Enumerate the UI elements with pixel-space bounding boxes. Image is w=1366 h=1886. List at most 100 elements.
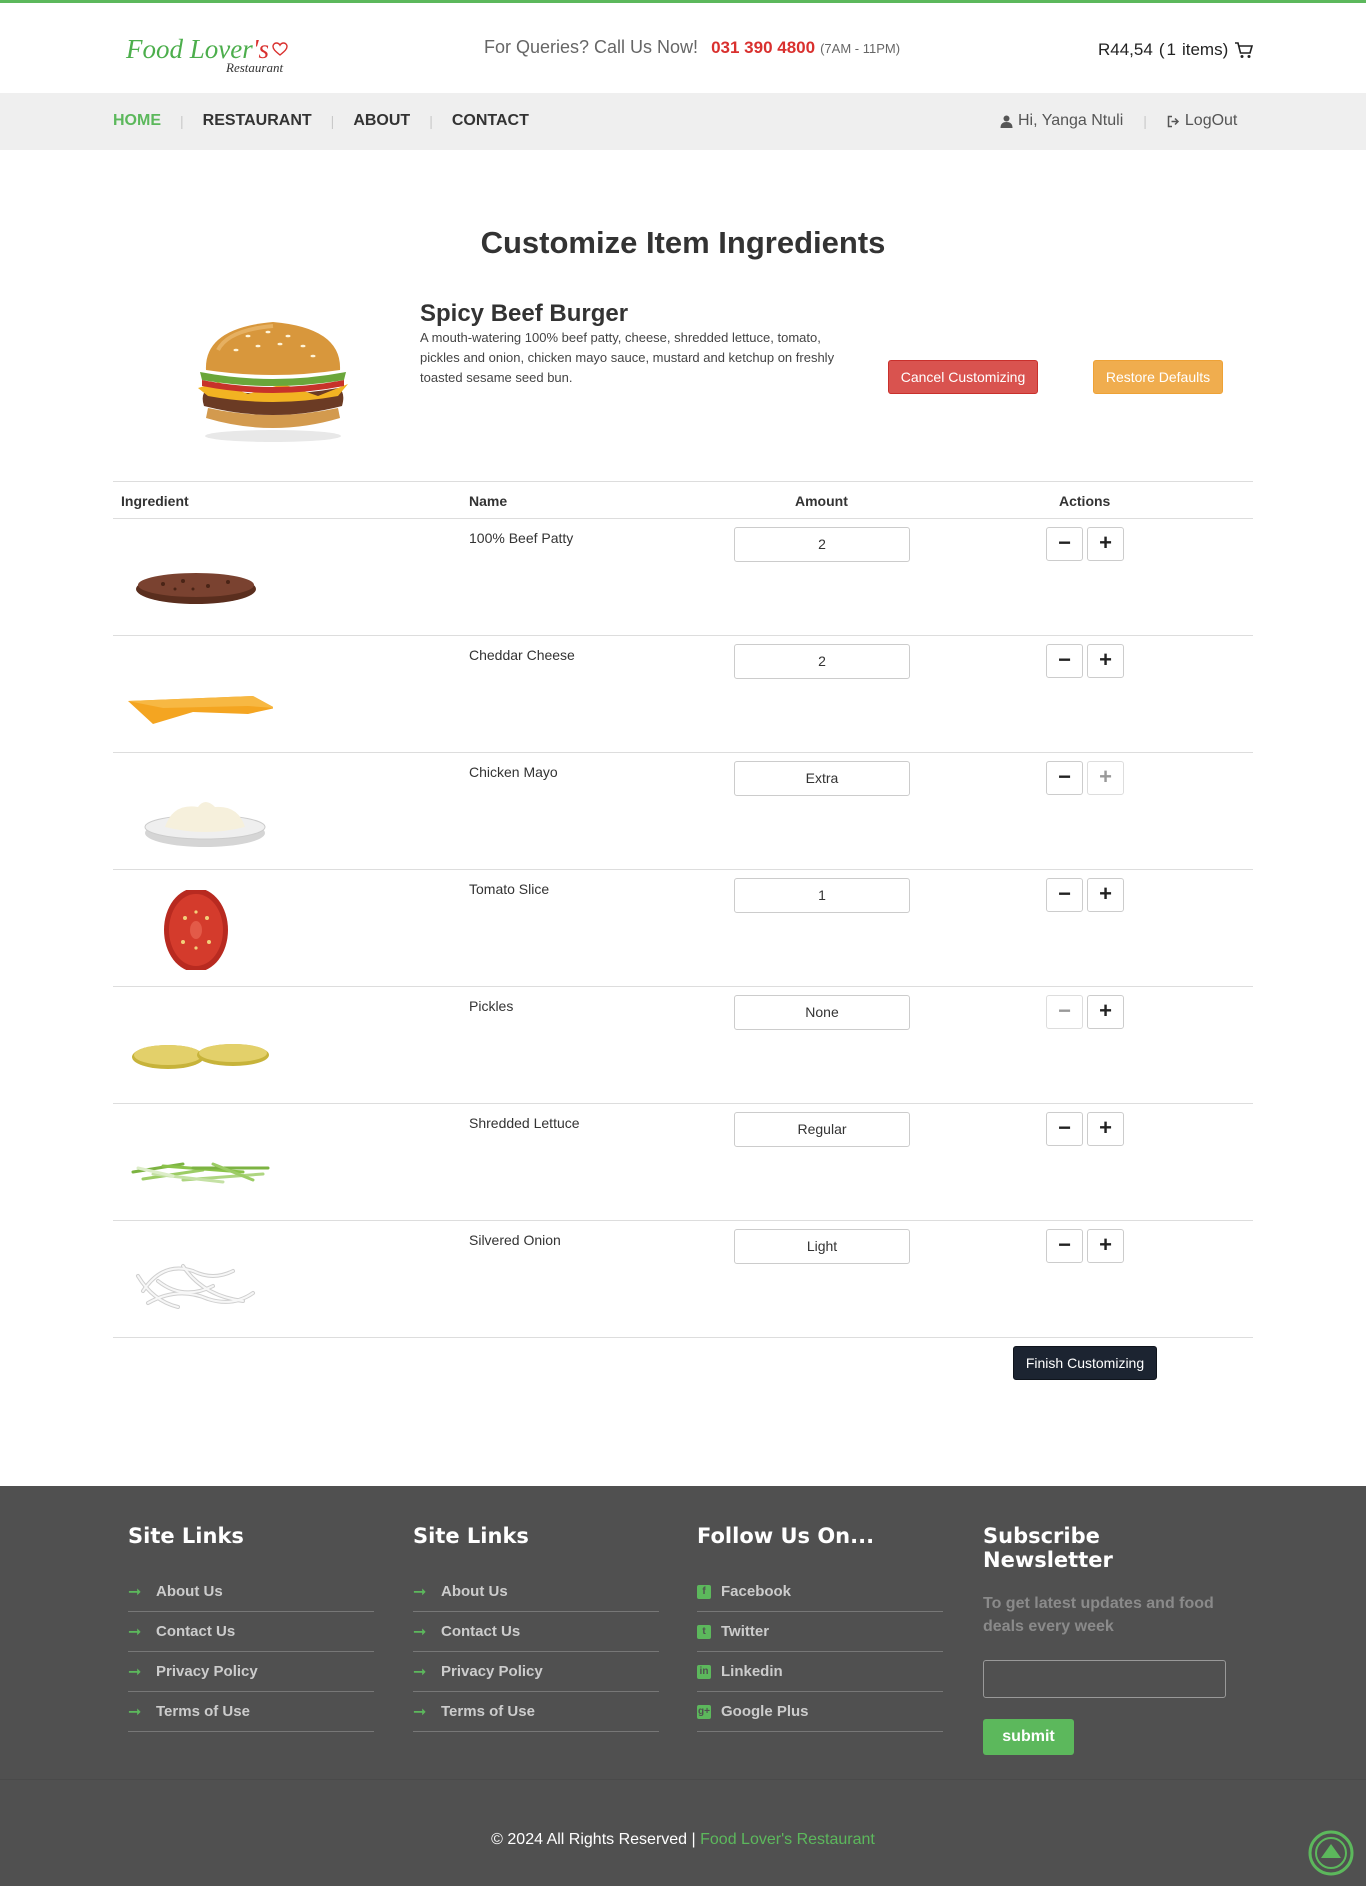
restore-defaults-button[interactable]: Restore Defaults xyxy=(1093,360,1223,394)
table-row: Shredded Lettuce Regular − + xyxy=(113,1104,1253,1221)
logout-label: LogOut xyxy=(1184,112,1238,129)
cart-summary[interactable]: R44,54 ( 1 items) xyxy=(1098,40,1254,60)
copyright-brand-link[interactable]: Food Lover's Restaurant xyxy=(700,1831,875,1848)
increase-button[interactable]: + xyxy=(1087,761,1124,795)
twitter-icon: t xyxy=(697,1624,711,1639)
nav-divider: | xyxy=(1143,113,1147,129)
increase-button[interactable]: + xyxy=(1087,878,1124,912)
footer-link-linkedin[interactable]: in Linkedin xyxy=(697,1652,943,1692)
footer-link-google-plus[interactable]: g+ Google Plus xyxy=(697,1692,943,1732)
item-name: Spicy Beef Burger xyxy=(420,300,629,327)
user-greeting: Hi, Yanga Ntuli xyxy=(1018,112,1124,129)
decrease-button[interactable]: − xyxy=(1046,644,1083,678)
footer-link-about[interactable]: ➞ About Us xyxy=(413,1572,659,1612)
header-amount: Amount xyxy=(795,493,848,509)
nav-divider: | xyxy=(330,113,335,129)
user-greeting-link[interactable]: Hi, Yanga Ntuli xyxy=(1000,112,1123,130)
amount-field[interactable]: 2 xyxy=(734,527,910,562)
footer-newsletter: Subscribe Newsletter To get latest updat… xyxy=(983,1524,1229,1755)
arrow-right-icon: ➞ xyxy=(413,1703,427,1721)
footer-follow-us: Follow Us On... f Facebook t Twitter in Lin… xyxy=(697,1524,943,1732)
ingredients-table: Ingredient Name Amount Actions 100% Beef… xyxy=(113,481,1253,1338)
arrow-right-icon: ➞ xyxy=(413,1623,427,1641)
decrease-button[interactable]: − xyxy=(1046,1112,1083,1146)
footer-link-about[interactable]: ➞ About Us xyxy=(128,1572,374,1612)
ingredient-name: Cheddar Cheese xyxy=(469,647,575,663)
arrow-right-icon: ➞ xyxy=(128,1663,142,1681)
nav-restaurant[interactable]: RESTAURANT xyxy=(203,112,312,130)
amount-field[interactable]: Light xyxy=(734,1229,910,1264)
footer-link-facebook[interactable]: f Facebook xyxy=(697,1572,943,1612)
footer-column-title: Subscribe Newsletter xyxy=(983,1524,1113,1572)
cart-count: 1 xyxy=(1166,40,1176,59)
ingredient-name: Tomato Slice xyxy=(469,881,550,897)
footer-link-privacy[interactable]: ➞ Privacy Policy xyxy=(413,1652,659,1692)
footer-site-links-2: Site Links ➞ About Us ➞ Contact Us ➞ Privac… xyxy=(413,1524,659,1732)
arrow-right-icon: ➞ xyxy=(128,1623,142,1641)
arrow-right-icon: ➞ xyxy=(128,1583,142,1601)
google-plus-icon: g+ xyxy=(697,1704,711,1719)
user-icon xyxy=(1000,115,1013,128)
shredded-lettuce-image xyxy=(131,1162,270,1184)
table-row: Tomato Slice 1 − + xyxy=(113,870,1253,987)
footer-link-contact[interactable]: ➞ Contact Us xyxy=(128,1612,374,1652)
increase-button[interactable]: + xyxy=(1087,527,1124,561)
cart-total: R44,54 xyxy=(1098,40,1153,59)
decrease-button[interactable]: − xyxy=(1046,527,1083,561)
increase-button[interactable]: + xyxy=(1087,644,1124,678)
logout-icon xyxy=(1167,115,1179,127)
table-row: 100% Beef Patty 2 − + xyxy=(113,519,1253,636)
header-name: Name xyxy=(469,493,508,509)
increase-button[interactable]: + xyxy=(1087,1229,1124,1263)
nav-links: HOME | RESTAURANT | ABOUT | CONTACT xyxy=(113,112,529,130)
pickles-image xyxy=(132,1044,269,1069)
footer-link-terms[interactable]: ➞ Terms of Use xyxy=(413,1692,659,1732)
amount-field[interactable]: 1 xyxy=(734,878,910,913)
page-title: Customize Item Ingredients xyxy=(480,225,886,260)
footer-site-links-1: Site Links ➞ About Us ➞ Contact Us ➞ Privac… xyxy=(128,1524,374,1732)
header-actions: Actions xyxy=(1059,493,1111,509)
increase-button[interactable]: + xyxy=(1087,1112,1124,1146)
header-ingredient: Ingredient xyxy=(121,493,189,509)
newsletter-submit-button[interactable]: submit xyxy=(983,1719,1074,1755)
ingredient-name: Chicken Mayo xyxy=(469,764,558,780)
phone-number[interactable]: 031 390 4800 xyxy=(711,38,815,57)
increase-button[interactable]: + xyxy=(1087,995,1124,1029)
footer-link-privacy[interactable]: ➞ Privacy Policy xyxy=(128,1652,374,1692)
logout-link[interactable]: LogOut xyxy=(1167,112,1237,130)
arrow-right-icon: ➞ xyxy=(128,1703,142,1721)
footer-column-title: Follow Us On... xyxy=(697,1524,875,1548)
site-header: Food Lover's Restaurant For Queries? Cal… xyxy=(0,3,1366,93)
nav-about[interactable]: ABOUT xyxy=(353,112,410,130)
opening-hours: (7AM - 11PM) xyxy=(820,41,901,56)
amount-field[interactable]: None xyxy=(734,995,910,1030)
logo[interactable]: Food Lover's Restaurant xyxy=(124,30,304,82)
table-row: Chicken Mayo Extra − + xyxy=(113,753,1253,870)
shopping-cart-icon xyxy=(1235,42,1254,58)
site-footer: Site Links ➞ About Us ➞ Contact Us ➞ Privac… xyxy=(0,1486,1366,1779)
main-nav: HOME | RESTAURANT | ABOUT | CONTACT Hi, … xyxy=(0,93,1366,150)
nav-contact[interactable]: CONTACT xyxy=(452,112,529,130)
scroll-to-top-icon[interactable] xyxy=(1307,1829,1355,1877)
arrow-right-icon: ➞ xyxy=(413,1583,427,1601)
copyright-text: © 2024 All Rights Reserved | Food Lover'… xyxy=(0,1831,1366,1849)
amount-field[interactable]: Extra xyxy=(734,761,910,796)
newsletter-email-input[interactable] xyxy=(983,1660,1226,1698)
decrease-button[interactable]: − xyxy=(1046,878,1083,912)
footer-link-twitter[interactable]: t Twitter xyxy=(697,1612,943,1652)
cancel-customizing-button[interactable]: Cancel Customizing xyxy=(888,360,1038,394)
footer-link-terms[interactable]: ➞ Terms of Use xyxy=(128,1692,374,1732)
finish-customizing-button[interactable]: Finish Customizing xyxy=(1013,1346,1157,1380)
amount-field[interactable]: 2 xyxy=(734,644,910,679)
arrow-right-icon: ➞ xyxy=(413,1663,427,1681)
decrease-button[interactable]: − xyxy=(1046,761,1083,795)
decrease-button[interactable]: − xyxy=(1046,1229,1083,1263)
amount-field[interactable]: Regular xyxy=(734,1112,910,1147)
queries-label: For Queries? Call Us Now! xyxy=(484,37,699,57)
footer-link-contact[interactable]: ➞ Contact Us xyxy=(413,1612,659,1652)
logo-subtitle: Restaurant xyxy=(226,60,284,75)
nav-divider: | xyxy=(429,113,433,129)
nav-home[interactable]: HOME xyxy=(113,112,161,130)
decrease-button[interactable]: − xyxy=(1046,995,1083,1029)
table-header: Ingredient Name Amount Actions xyxy=(113,481,1253,519)
